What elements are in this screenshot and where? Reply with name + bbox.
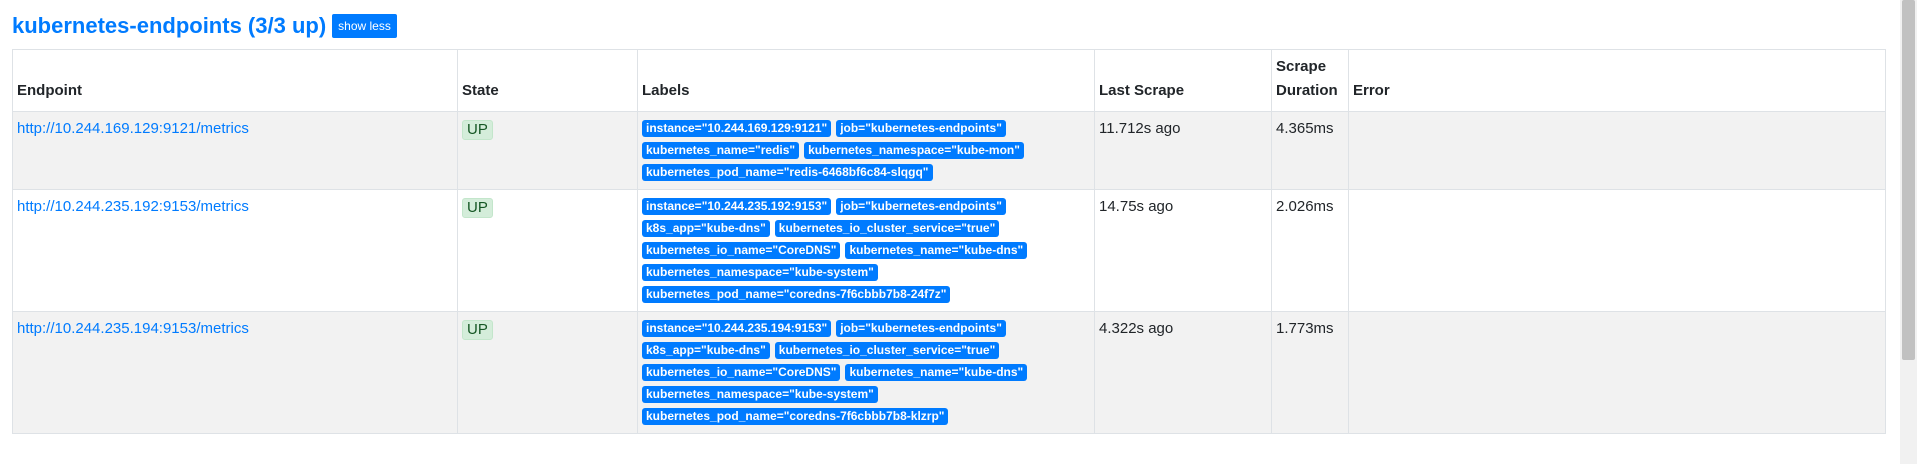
endpoint-cell: http://10.244.169.129:9121/metrics xyxy=(12,111,458,190)
label-badge: instance="10.244.235.194:9153" xyxy=(642,320,832,337)
label-badge: kubernetes_namespace="kube-system" xyxy=(642,386,878,403)
label-badge: kubernetes_name="kube-dns" xyxy=(845,364,1028,381)
label-badge: kubernetes_pod_name="redis-6468bf6c84-sl… xyxy=(642,164,933,181)
header-last-scrape: Last Scrape xyxy=(1094,49,1272,112)
targets-table: Endpoint State Labels Last Scrape Scrape… xyxy=(12,49,1886,434)
header-state: State xyxy=(457,49,638,112)
endpoint-link[interactable]: http://10.244.235.194:9153/metrics xyxy=(17,320,249,337)
label-badge: instance="10.244.169.129:9121" xyxy=(642,120,832,137)
label-badge: kubernetes_pod_name="coredns-7f6cbbb7b8-… xyxy=(642,286,951,303)
labels-list: instance="10.244.169.129:9121" job="kuber… xyxy=(642,120,1052,181)
header-scrape-duration-line2: Duration xyxy=(1276,82,1338,99)
table-row: http://10.244.169.129:9121/metrics UP inst… xyxy=(12,111,1886,190)
endpoint-link[interactable]: http://10.244.169.129:9121/metrics xyxy=(17,120,249,137)
label-badge: k8s_app="kube-dns" xyxy=(642,342,770,359)
label-badge: kubernetes_namespace="kube-system" xyxy=(642,264,878,281)
label-badge: kubernetes_io_name="CoreDNS" xyxy=(642,242,841,259)
state-badge: UP xyxy=(462,320,493,340)
labels-list: instance="10.244.235.194:9153" job="kuber… xyxy=(642,320,1052,425)
page-scrollbar[interactable] xyxy=(1900,0,1917,464)
last-scrape-cell: 14.75s ago xyxy=(1094,189,1272,312)
targets-page: kubernetes-endpoints (3/3 up) show less … xyxy=(0,0,1917,464)
header-scrape-duration-line1: Scrape xyxy=(1276,58,1327,75)
scrollbar-thumb[interactable] xyxy=(1902,0,1915,360)
targets-table-body: http://10.244.169.129:9121/metrics UP inst… xyxy=(12,111,1886,434)
state-badge: UP xyxy=(462,120,493,140)
error-cell xyxy=(1348,311,1886,434)
last-scrape-cell: 4.322s ago xyxy=(1094,311,1272,434)
pool-header: kubernetes-endpoints (3/3 up) show less xyxy=(12,12,397,40)
labels-cell: instance="10.244.169.129:9121" job="kuber… xyxy=(637,111,1095,190)
labels-cell: instance="10.244.235.194:9153" job="kuber… xyxy=(637,311,1095,434)
label-badge: kubernetes_name="redis" xyxy=(642,142,800,159)
state-badge: UP xyxy=(462,198,493,218)
table-row: http://10.244.235.194:9153/metrics UP inst… xyxy=(12,311,1886,434)
state-cell: UP xyxy=(457,311,638,434)
label-badge: job="kubernetes-endpoints" xyxy=(836,320,1006,337)
header-scrape-duration: Scrape Duration xyxy=(1271,49,1349,112)
endpoint-cell: http://10.244.235.194:9153/metrics xyxy=(12,311,458,434)
endpoint-cell: http://10.244.235.192:9153/metrics xyxy=(12,189,458,312)
scrape-duration-cell: 1.773ms xyxy=(1271,311,1349,434)
pool-title[interactable]: kubernetes-endpoints (3/3 up) xyxy=(12,12,326,40)
labels-cell: instance="10.244.235.192:9153" job="kuber… xyxy=(637,189,1095,312)
label-badge: kubernetes_io_cluster_service="true" xyxy=(774,220,1000,237)
label-badge: kubernetes_namespace="kube-mon" xyxy=(804,142,1024,159)
label-badge: k8s_app="kube-dns" xyxy=(642,220,770,237)
header-error: Error xyxy=(1348,49,1886,112)
show-less-button[interactable]: show less xyxy=(332,14,397,38)
labels-list: instance="10.244.235.192:9153" job="kuber… xyxy=(642,198,1052,303)
label-badge: kubernetes_name="kube-dns" xyxy=(845,242,1028,259)
state-cell: UP xyxy=(457,111,638,190)
last-scrape-cell: 11.712s ago xyxy=(1094,111,1272,190)
label-badge: job="kubernetes-endpoints" xyxy=(836,198,1006,215)
error-cell xyxy=(1348,189,1886,312)
state-cell: UP xyxy=(457,189,638,312)
header-endpoint: Endpoint xyxy=(12,49,458,112)
label-badge: kubernetes_io_name="CoreDNS" xyxy=(642,364,841,381)
label-badge: kubernetes_pod_name="coredns-7f6cbbb7b8-… xyxy=(642,408,949,425)
endpoint-link[interactable]: http://10.244.235.192:9153/metrics xyxy=(17,198,249,215)
scrape-duration-cell: 2.026ms xyxy=(1271,189,1349,312)
label-badge: instance="10.244.235.192:9153" xyxy=(642,198,832,215)
label-badge: job="kubernetes-endpoints" xyxy=(836,120,1006,137)
scrape-duration-cell: 4.365ms xyxy=(1271,111,1349,190)
error-cell xyxy=(1348,111,1886,190)
table-row: http://10.244.235.192:9153/metrics UP inst… xyxy=(12,189,1886,312)
label-badge: kubernetes_io_cluster_service="true" xyxy=(774,342,1000,359)
header-labels: Labels xyxy=(637,49,1095,112)
table-header-row: Endpoint State Labels Last Scrape Scrape… xyxy=(12,49,1886,112)
